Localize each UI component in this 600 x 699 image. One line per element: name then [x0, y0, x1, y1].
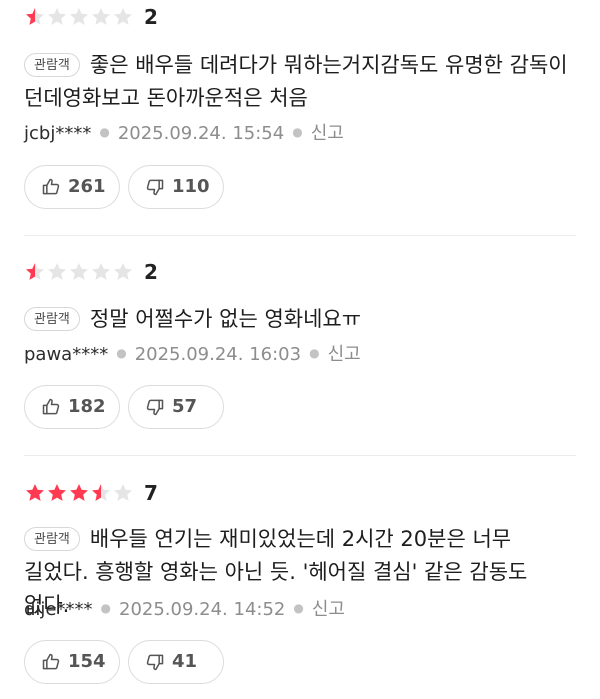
review-text: 정말 어쩔수가 없는 영화네요ㅠ	[89, 307, 362, 331]
dislike-button[interactable]: 41	[128, 640, 224, 684]
separator-dot: ●	[99, 125, 110, 139]
dislike-button[interactable]: 110	[128, 165, 224, 209]
dislike-count: 41	[172, 651, 198, 672]
thumbs-down-icon	[145, 652, 165, 672]
star-empty-icon	[112, 6, 134, 28]
report-link[interactable]: 신고	[311, 123, 344, 144]
star-half-icon	[90, 482, 112, 504]
thumbs-up-icon	[41, 652, 61, 672]
review-body: 관람객 좋은 배우들 데려다가 뭐하는거지감독도 유명한 감독이 던데영화보고 돈…	[24, 49, 576, 115]
star-half-icon	[24, 6, 46, 28]
star-half-icon	[24, 261, 46, 283]
separator-dot: ●	[116, 346, 127, 360]
review-meta: dije**** ● 2025.09.24. 14:52 ● 신고	[24, 596, 345, 622]
divider	[24, 235, 576, 236]
like-count: 182	[68, 396, 106, 417]
review-list: 2 관람객 좋은 배우들 데려다가 뭐하는거지감독도 유명한 감독이 던데영화보고…	[0, 0, 600, 699]
star-filled-icon	[68, 482, 90, 504]
reviewer-id: dije****	[24, 599, 93, 620]
report-link[interactable]: 신고	[328, 344, 361, 365]
rating-score: 2	[144, 5, 158, 29]
reviewer-id: jcbj****	[24, 123, 92, 144]
star-rating	[24, 482, 134, 504]
dislike-count: 110	[172, 176, 210, 197]
report-link[interactable]: 신고	[312, 599, 345, 620]
star-empty-icon	[90, 261, 112, 283]
rating-row: 2	[24, 5, 158, 29]
star-empty-icon	[112, 482, 134, 504]
thumbs-down-icon	[145, 397, 165, 417]
rating-row: 2	[24, 260, 158, 284]
star-empty-icon	[68, 261, 90, 283]
rating-row: 7	[24, 481, 158, 505]
divider	[24, 455, 576, 456]
review-text: 좋은 배우들 데려다가 뭐하는거지감독도 유명한 감독이 던데영화보고 돈아까운…	[24, 53, 568, 110]
vote-buttons: 261 110	[24, 165, 224, 209]
dislike-count: 57	[172, 396, 198, 417]
separator-dot: ●	[293, 601, 304, 615]
viewer-badge: 관람객	[24, 307, 80, 331]
like-count: 261	[68, 176, 106, 197]
star-empty-icon	[46, 6, 68, 28]
vote-buttons: 182 57	[24, 385, 224, 429]
star-empty-icon	[46, 261, 68, 283]
dislike-button[interactable]: 57	[128, 385, 224, 429]
separator-dot: ●	[309, 346, 320, 360]
review-meta: pawa**** ● 2025.09.24. 16:03 ● 신고	[24, 341, 361, 367]
rating-score: 2	[144, 260, 158, 284]
viewer-badge: 관람객	[24, 527, 80, 551]
thumbs-down-icon	[145, 177, 165, 197]
viewer-badge: 관람객	[24, 53, 80, 77]
star-filled-icon	[46, 482, 68, 504]
star-filled-icon	[24, 482, 46, 504]
star-empty-icon	[90, 6, 112, 28]
star-empty-icon	[112, 261, 134, 283]
review-meta: jcbj**** ● 2025.09.24. 15:54 ● 신고	[24, 120, 344, 146]
reviewer-id: pawa****	[24, 344, 109, 365]
thumbs-up-icon	[41, 397, 61, 417]
vote-buttons: 154 41	[24, 640, 224, 684]
like-button[interactable]: 182	[24, 385, 120, 429]
like-count: 154	[68, 651, 106, 672]
separator-dot: ●	[292, 125, 303, 139]
thumbs-up-icon	[41, 177, 61, 197]
separator-dot: ●	[100, 601, 111, 615]
star-rating	[24, 261, 134, 283]
rating-score: 7	[144, 481, 158, 505]
review-date: 2025.09.24. 16:03	[134, 344, 302, 365]
star-rating	[24, 6, 134, 28]
like-button[interactable]: 154	[24, 640, 120, 684]
star-empty-icon	[68, 6, 90, 28]
review-date: 2025.09.24. 15:54	[117, 123, 285, 144]
review-body: 관람객 정말 어쩔수가 없는 영화네요ㅠ	[24, 303, 576, 336]
review-date: 2025.09.24. 14:52	[119, 599, 286, 620]
like-button[interactable]: 261	[24, 165, 120, 209]
